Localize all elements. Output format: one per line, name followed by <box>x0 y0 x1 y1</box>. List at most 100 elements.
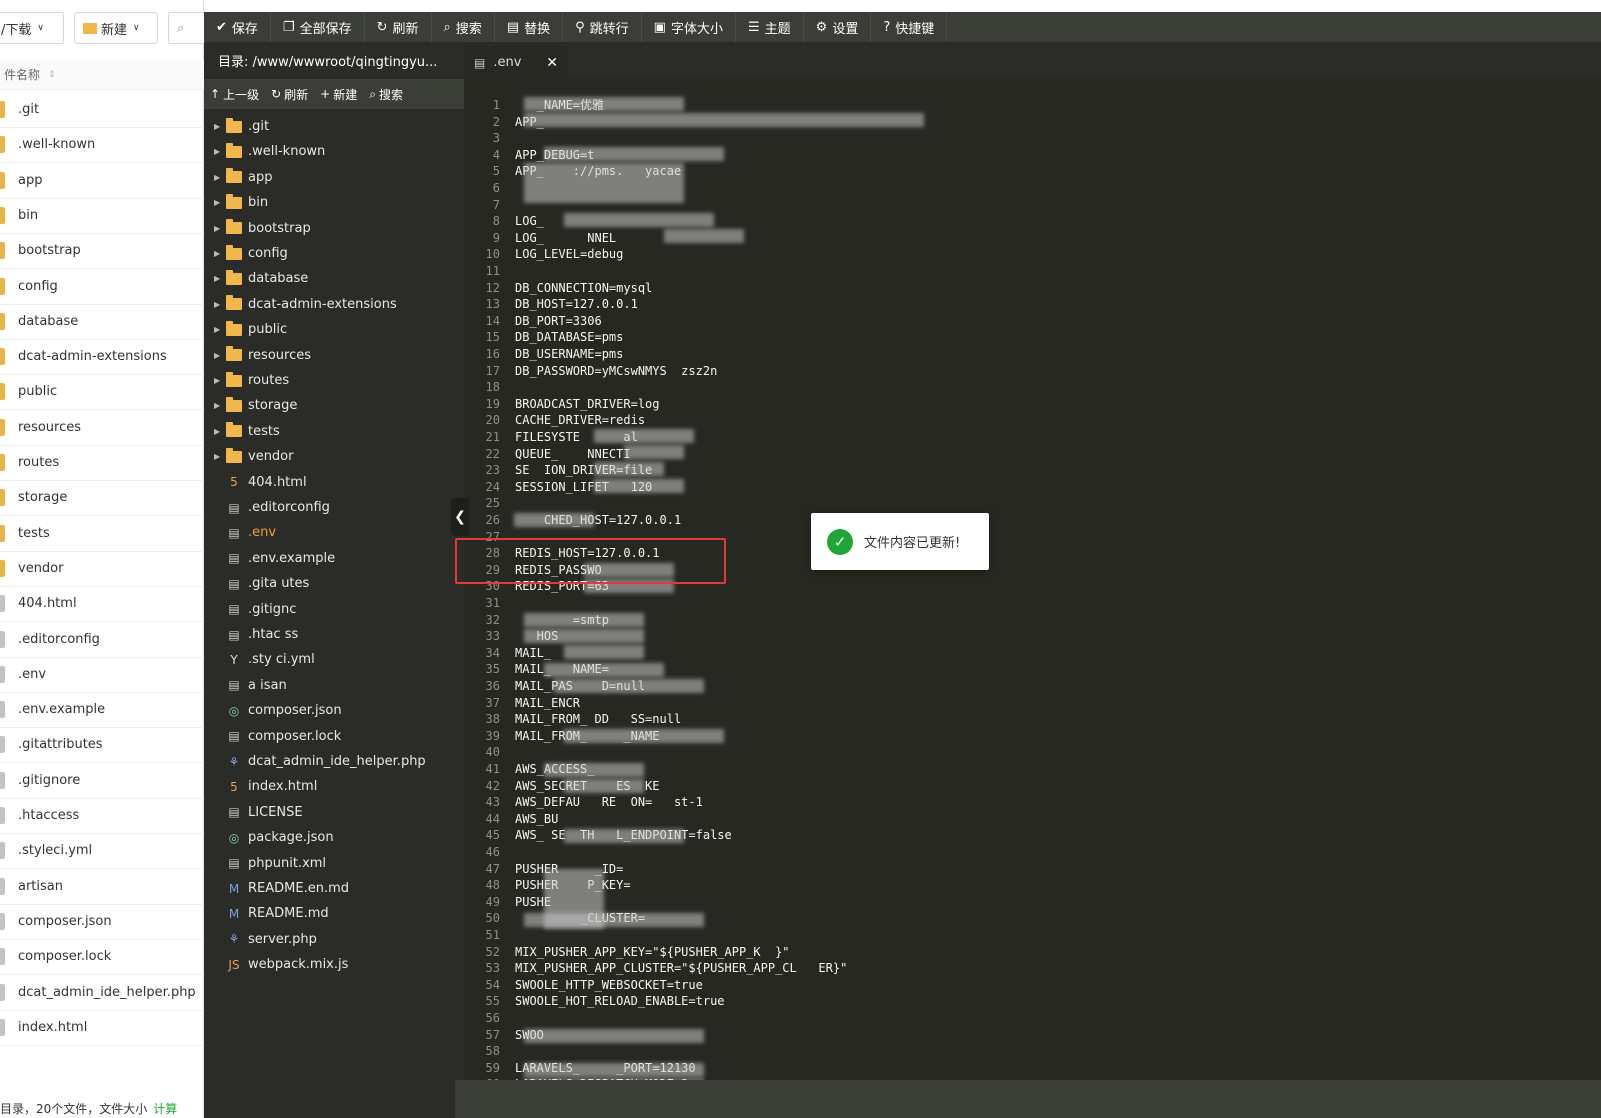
code-line[interactable]: MIX_PUSHER_APP_CLUSTER="${PUSHER_APP_CL … <box>515 960 847 977</box>
tree-folder[interactable]: ▶ database <box>204 266 464 291</box>
chevron-right-icon[interactable]: ▶ <box>214 173 226 182</box>
list-item[interactable]: storage <box>0 480 204 517</box>
tree-folder[interactable]: ▶ config <box>204 241 464 266</box>
tree-folder[interactable]: ▶ routes <box>204 368 464 393</box>
tree-file[interactable]: ▤ phpunit.xml <box>204 851 464 876</box>
list-item[interactable]: dcat-admin-extensions <box>0 339 204 376</box>
chevron-right-icon[interactable]: ▶ <box>214 325 226 334</box>
list-item[interactable]: .git <box>0 92 204 128</box>
chevron-right-icon[interactable]: ▶ <box>214 300 226 309</box>
code-line[interactable]: AWS_BU <box>515 811 558 828</box>
chevron-right-icon[interactable]: ▶ <box>214 224 226 233</box>
list-item[interactable]: bin <box>0 198 204 234</box>
tree-folder[interactable]: ▶ dcat-admin-extensions <box>204 292 464 317</box>
toolbar-button-6[interactable]: ▣ 字体大小 <box>642 12 736 42</box>
list-item[interactable]: .htaccess <box>0 798 204 834</box>
list-item[interactable]: index.html <box>0 1010 204 1046</box>
path-dropdown[interactable]: /下载 ∨ <box>0 12 64 44</box>
tree-folder[interactable]: ▶ .well-known <box>204 139 464 164</box>
tree-folder[interactable]: ▶ bootstrap <box>204 216 464 241</box>
new-button[interactable]: 新建 ∨ <box>74 12 158 44</box>
list-item[interactable]: .gitignore <box>0 763 204 799</box>
sort-icon[interactable]: ⇕ <box>48 70 56 80</box>
chevron-right-icon[interactable]: ▶ <box>214 452 226 461</box>
tree-file[interactable]: Y .sty ci.yml <box>204 647 464 672</box>
code-line[interactable]: LOG_ NNEL <box>515 230 616 247</box>
list-item[interactable]: composer.json <box>0 904 204 940</box>
list-item[interactable]: public <box>0 374 204 411</box>
list-item[interactable]: .env <box>0 657 204 693</box>
list-item[interactable]: artisan <box>0 869 204 905</box>
tree-file[interactable]: ▤ composer.lock <box>204 724 464 749</box>
tree-file[interactable]: M README.md <box>204 901 464 926</box>
list-item[interactable]: .styleci.yml <box>0 833 204 870</box>
list-item[interactable]: .well-known <box>0 127 204 164</box>
tree-file[interactable]: M README.en.md <box>204 876 464 901</box>
list-item[interactable]: vendor <box>0 551 204 587</box>
code-line[interactable]: LOG_LEVEL=debug <box>515 246 623 263</box>
code-line[interactable]: AWS_DEFAU RE ON= st-1 <box>515 794 703 811</box>
tree-toolbar-button-0[interactable]: ↑ 上一级 <box>204 86 265 103</box>
list-item[interactable]: .gitattributes <box>0 727 204 764</box>
code-line[interactable]: SWOOLE_HOT_RELOAD_ENABLE=true <box>515 993 725 1010</box>
list-item[interactable]: app <box>0 163 204 199</box>
list-item[interactable]: tests <box>0 516 204 552</box>
chevron-right-icon[interactable]: ▶ <box>214 427 226 436</box>
tree-file[interactable]: 5 404.html <box>204 470 464 495</box>
toolbar-button-8[interactable]: ⚙ 设置 <box>804 12 872 42</box>
code-line[interactable]: BROADCAST_DRIVER=log <box>515 396 660 413</box>
list-item[interactable]: .env.example <box>0 692 204 729</box>
code-line[interactable]: DB_DATABASE=pms <box>515 329 623 346</box>
chevron-right-icon[interactable]: ▶ <box>214 274 226 283</box>
tree-folder[interactable]: ▶ tests <box>204 419 464 444</box>
list-item[interactable]: routes <box>0 445 204 481</box>
tree-file[interactable]: ▤ a isan <box>204 673 464 698</box>
code-line[interactable]: DB_HOST=127.0.0.1 <box>515 296 638 313</box>
toolbar-button-1[interactable]: ❐ 全部保存 <box>271 12 365 42</box>
tree-file[interactable]: ▤ .editorconfig <box>204 495 464 520</box>
chevron-right-icon[interactable]: ▶ <box>214 376 226 385</box>
code-line[interactable]: DB_USERNAME=pms <box>515 346 623 363</box>
toolbar-button-3[interactable]: ⌕ 搜索 <box>432 12 495 42</box>
tree-toolbar-button-2[interactable]: + 新建 <box>314 86 363 103</box>
list-item[interactable]: 404.html <box>0 586 204 623</box>
code-line[interactable]: DB_PASSWORD=yMCswNMYS zsz2n <box>515 363 717 380</box>
tree-toolbar-button-1[interactable]: ↻ 刷新 <box>265 86 314 103</box>
code-line[interactable]: DB_PORT=3306 <box>515 313 602 330</box>
tree-folder[interactable]: ▶ bin <box>204 190 464 215</box>
toolbar-button-4[interactable]: ▤ 替换 <box>495 12 564 42</box>
toolbar-button-7[interactable]: ☰ 主题 <box>736 12 804 42</box>
tree-file[interactable]: ▤ .env <box>204 520 464 545</box>
code-line[interactable]: MAIL_FROM_ DD SS=null <box>515 711 681 728</box>
tree-file[interactable]: ▤ .htac ss <box>204 622 464 647</box>
list-item[interactable]: .editorconfig <box>0 622 204 658</box>
tree-file[interactable]: ⚘ server.php <box>204 927 464 952</box>
code-line[interactable]: MAIL_ENCR <box>515 695 580 712</box>
tree-file[interactable]: ⚘ dcat_admin_ide_helper.php <box>204 749 464 774</box>
code-line[interactable]: DB_CONNECTION=mysql <box>515 280 652 297</box>
tree-folder[interactable]: ▶ .git <box>204 114 464 139</box>
chevron-right-icon[interactable]: ▶ <box>214 351 226 360</box>
tree-file[interactable]: ▤ .env.example <box>204 546 464 571</box>
list-item[interactable]: dcat_admin_ide_helper.php <box>0 975 204 1011</box>
tree-folder[interactable]: ▶ app <box>204 165 464 190</box>
list-item[interactable]: bootstrap <box>0 233 204 270</box>
tree-folder[interactable]: ▶ public <box>204 317 464 342</box>
collapse-sidebar-button[interactable]: ❮ <box>451 498 469 536</box>
code-line[interactable]: CACHE_DRIVER=redis <box>515 412 645 429</box>
code-line[interactable]: MAIL_ <box>515 645 551 662</box>
chevron-right-icon[interactable]: ▶ <box>214 147 226 156</box>
tree-file[interactable]: ▤ LICENSE <box>204 800 464 825</box>
tree-folder[interactable]: ▶ resources <box>204 343 464 368</box>
tree-file[interactable]: ◎ package.json <box>204 825 464 850</box>
code-line[interactable]: MIX_PUSHER_APP_KEY="${PUSHER_APP_K }" <box>515 944 790 961</box>
toolbar-button-0[interactable]: ✔ 保存 <box>204 12 271 42</box>
code-area[interactable]: 1 _NAME=优雅 2APP_34APP_DEBUG=t5APP_ ://pm… <box>464 79 1601 1091</box>
tree-toolbar-button-3[interactable]: ⌕ 搜索 <box>363 86 409 103</box>
code-line[interactable]: SWOOLE_HTTP_WEBSOCKET=true <box>515 977 703 994</box>
list-item[interactable]: resources <box>0 410 204 446</box>
toolbar-button-5[interactable]: ⚲ 跳转行 <box>563 12 642 42</box>
code-line[interactable]: QUEUE_ NNECTI <box>515 446 631 463</box>
tree-folder[interactable]: ▶ vendor <box>204 444 464 469</box>
list-item[interactable]: composer.lock <box>0 939 204 976</box>
